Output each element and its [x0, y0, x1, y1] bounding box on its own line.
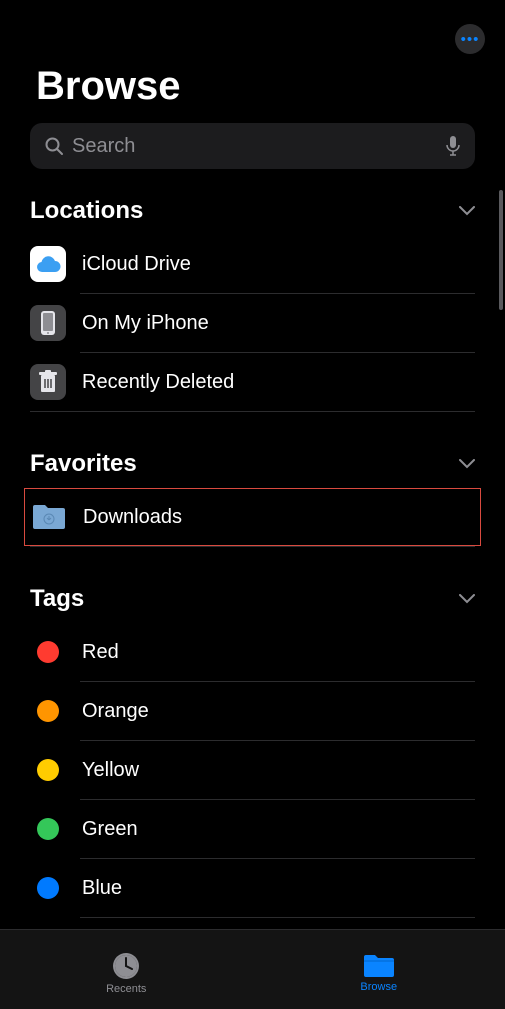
favorites-header[interactable]: Favorites [30, 446, 475, 488]
list-item-label: Yellow [82, 759, 139, 782]
list-item-label: Blue [82, 877, 122, 900]
list-item-label: Recently Deleted [82, 371, 234, 394]
list-item-label: Downloads [83, 506, 182, 529]
more-icon: ••• [461, 32, 480, 47]
chevron-down-icon [459, 594, 475, 604]
folder-icon [31, 503, 67, 531]
search-input[interactable] [72, 135, 437, 158]
tags-header[interactable]: Tags [30, 581, 475, 623]
list-item-label: Orange [82, 700, 149, 723]
list-item-label: iCloud Drive [82, 253, 191, 276]
tab-browse[interactable]: Browse [253, 930, 505, 1009]
chevron-down-icon [459, 459, 475, 469]
location-item-icloud[interactable]: iCloud Drive [30, 235, 475, 293]
tab-label: Recents [106, 983, 146, 995]
tag-dot-icon [37, 641, 59, 663]
tag-dot-icon [37, 877, 59, 899]
chevron-down-icon [459, 206, 475, 216]
tag-dot-icon [37, 759, 59, 781]
search-icon [44, 136, 64, 156]
location-item-recently-deleted[interactable]: Recently Deleted [30, 353, 475, 411]
tag-item-yellow[interactable]: Yellow [30, 741, 475, 799]
tag-dot-icon [37, 818, 59, 840]
tab-bar: Recents Browse [0, 929, 505, 1009]
list-item-label: Red [82, 641, 119, 664]
favorites-list: Downloads [30, 488, 475, 547]
icloud-icon [30, 246, 66, 282]
scrollbar[interactable] [499, 190, 503, 310]
search-bar[interactable] [30, 123, 475, 169]
tag-item-blue[interactable]: Blue [30, 859, 475, 917]
tag-dot-icon [37, 700, 59, 722]
favorite-item-downloads[interactable]: Downloads [24, 488, 481, 546]
clock-icon [111, 951, 141, 981]
iphone-icon [30, 305, 66, 341]
page-title: Browse [0, 64, 505, 123]
more-button[interactable]: ••• [455, 24, 485, 54]
list-item-label: On My iPhone [82, 312, 209, 335]
trash-icon [30, 364, 66, 400]
microphone-icon[interactable] [445, 135, 461, 157]
locations-list: iCloud Drive On My iPhone [30, 235, 475, 412]
tag-item-green[interactable]: Green [30, 800, 475, 858]
tag-item-red[interactable]: Red [30, 623, 475, 681]
location-item-on-my-iphone[interactable]: On My iPhone [30, 294, 475, 352]
tag-item-orange[interactable]: Orange [30, 682, 475, 740]
favorites-title: Favorites [30, 450, 137, 478]
folder-icon [362, 953, 396, 979]
tab-label: Browse [360, 981, 397, 993]
tags-list: Red Orange Yellow Green Blue Purple [30, 623, 475, 977]
list-item-label: Green [82, 818, 138, 841]
locations-header[interactable]: Locations [30, 193, 475, 235]
tags-title: Tags [30, 585, 84, 613]
tab-recents[interactable]: Recents [0, 930, 253, 1009]
locations-title: Locations [30, 197, 143, 225]
